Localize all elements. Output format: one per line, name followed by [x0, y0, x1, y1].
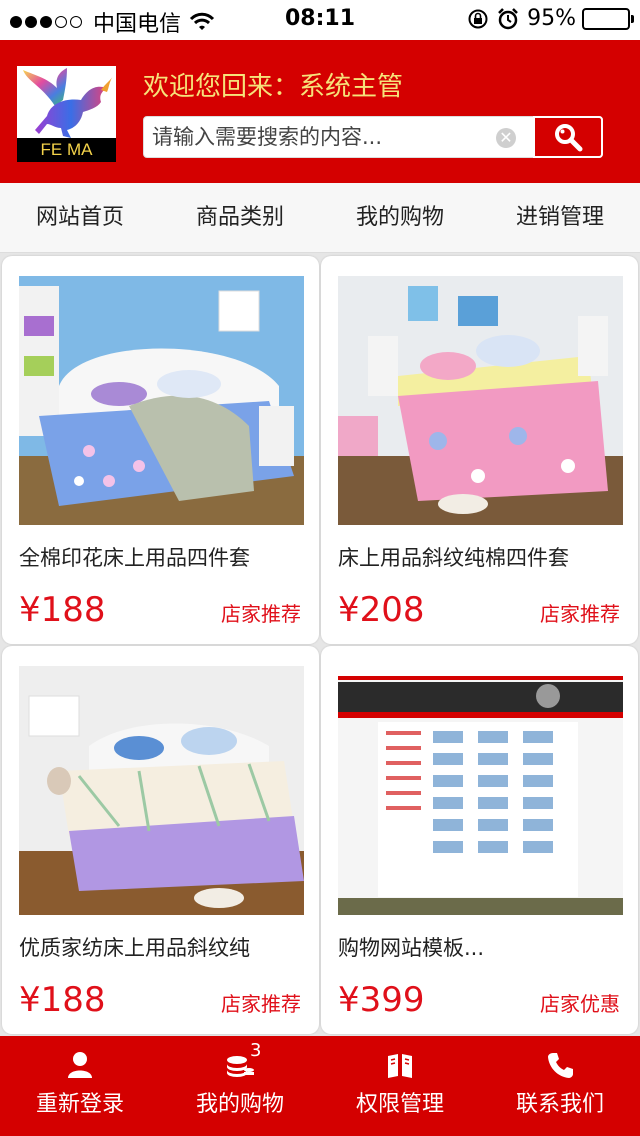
bottom-tab-bar: 重新登录 3 我的购物 权限管理 联系我们 [0, 1036, 640, 1136]
nav-item-home[interactable]: 网站首页 [0, 183, 160, 252]
product-card[interactable]: 购物网站模板... ¥399 店家优惠 [321, 646, 638, 1034]
product-name: 优质家纺床上用品斜纹纯 [19, 936, 250, 960]
phone-icon [548, 1053, 573, 1078]
rotation-lock-icon [468, 9, 488, 28]
brand-logo[interactable]: FE MA [17, 66, 116, 162]
tab-label: 联系我们 [515, 1092, 604, 1117]
tab-permissions[interactable]: 权限管理 [320, 1036, 480, 1136]
product-card[interactable]: 床上用品斜纹纯棉四件套 ¥208 店家推荐 [321, 256, 638, 644]
app-header: FE MA 欢迎您回来：系统主管 ✕ [0, 40, 640, 183]
status-bar: 中国电信 08:11 95% [0, 0, 640, 40]
nav-item-my-shopping[interactable]: 我的购物 [320, 183, 480, 252]
search-button[interactable] [533, 116, 603, 158]
product-tag: 店家优惠 [540, 992, 620, 1016]
signal-strength-icon [10, 16, 85, 28]
nav-item-categories[interactable]: 商品类别 [160, 183, 320, 252]
product-image[interactable] [19, 666, 304, 915]
search-bar: ✕ [143, 116, 603, 158]
product-price: ¥399 [338, 980, 425, 1020]
book-icon [388, 1054, 412, 1078]
product-image[interactable] [19, 276, 304, 525]
search-icon [555, 124, 583, 152]
wifi-icon [189, 12, 215, 30]
pegasus-icon [23, 68, 113, 138]
cart-count-badge: 3 [250, 1040, 262, 1061]
product-grid: 全棉印花床上用品四件套 ¥188 店家推荐 床上用品斜纹纯棉四件套 ¥208 店… [0, 253, 640, 1036]
product-image[interactable] [338, 276, 623, 525]
product-tag: 店家推荐 [540, 602, 620, 626]
product-image[interactable] [338, 666, 623, 915]
alarm-icon [498, 7, 518, 29]
product-name: 购物网站模板... [338, 936, 485, 960]
tab-label: 重新登录 [35, 1092, 124, 1117]
tab-relogin[interactable]: 重新登录 [0, 1036, 160, 1136]
battery-icon [582, 7, 634, 30]
product-tag: 店家推荐 [221, 602, 301, 626]
welcome-message: 欢迎您回来：系统主管 [143, 72, 404, 102]
clear-icon[interactable]: ✕ [496, 128, 516, 148]
product-card[interactable]: 全棉印花床上用品四件套 ¥188 店家推荐 [2, 256, 319, 644]
product-name: 床上用品斜纹纯棉四件套 [338, 546, 569, 570]
product-name: 全棉印花床上用品四件套 [19, 546, 250, 570]
battery-percent: 95% [527, 6, 576, 31]
user-icon [68, 1052, 92, 1078]
search-input[interactable] [144, 117, 489, 157]
tab-label: 权限管理 [355, 1092, 444, 1117]
product-price: ¥208 [338, 590, 425, 630]
tab-contact[interactable]: 联系我们 [480, 1036, 640, 1136]
tab-my-shopping[interactable]: 3 我的购物 [160, 1036, 320, 1136]
tab-label: 我的购物 [195, 1092, 284, 1117]
carrier-name: 中国电信 [93, 12, 182, 37]
logo-text: FE MA [17, 138, 116, 162]
signal-carrier: 中国电信 [10, 6, 215, 38]
nav-item-inventory[interactable]: 进销管理 [480, 183, 640, 252]
top-nav: 网站首页 商品类别 我的购物 进销管理 [0, 183, 640, 253]
product-tag: 店家推荐 [221, 992, 301, 1016]
product-card[interactable]: 优质家纺床上用品斜纹纯 ¥188 店家推荐 [2, 646, 319, 1034]
product-price: ¥188 [19, 590, 106, 630]
product-price: ¥188 [19, 980, 106, 1020]
